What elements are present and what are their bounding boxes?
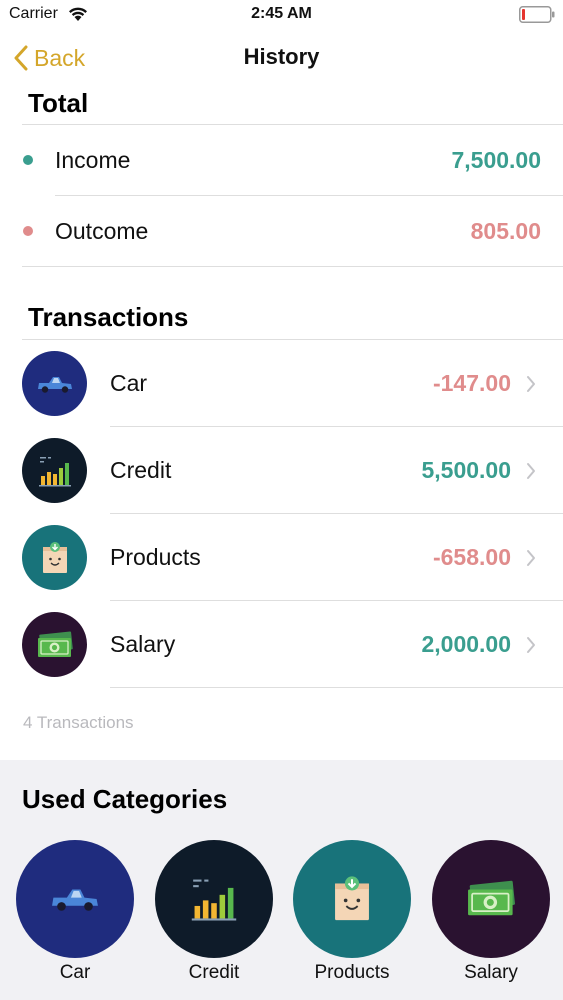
category-products[interactable]: Products xyxy=(293,840,411,1000)
transaction-amount: -658.00 xyxy=(432,544,511,570)
page-title: History xyxy=(243,44,320,69)
chevron-right-icon xyxy=(527,637,535,653)
shopping-bag-icon xyxy=(22,525,87,590)
transaction-label: Salary xyxy=(110,631,176,657)
outcome-amount: 805.00 xyxy=(470,217,541,244)
money-icon xyxy=(432,840,550,958)
outcome-dot xyxy=(23,226,33,236)
transaction-label: Products xyxy=(110,544,201,570)
car-icon xyxy=(16,840,134,958)
divider xyxy=(110,687,563,688)
transaction-count: 4 Transactions xyxy=(23,713,134,732)
category-credit[interactable]: Credit xyxy=(155,840,273,1000)
transaction-row-credit[interactable]: Credit 5,500.00 xyxy=(0,427,563,514)
used-categories-section: Used Categories Car Credit Products Sala… xyxy=(0,760,563,1000)
transaction-amount: -147.00 xyxy=(432,370,511,396)
transaction-row-car[interactable]: Car -147.00 xyxy=(0,340,563,427)
chevron-right-icon xyxy=(527,550,535,566)
transactions-section-title: Transactions xyxy=(28,302,189,332)
category-car[interactable]: Car xyxy=(16,840,134,1000)
bar-chart-icon xyxy=(155,840,273,958)
income-dot xyxy=(23,155,33,165)
transaction-amount: 5,500.00 xyxy=(421,457,511,483)
transaction-label: Credit xyxy=(110,457,172,483)
car-icon xyxy=(22,351,87,416)
outcome-row: Outcome 805.00 xyxy=(0,196,563,266)
divider xyxy=(22,266,563,267)
total-section-title: Total xyxy=(28,88,89,118)
transaction-label: Car xyxy=(110,370,148,396)
status-time: 2:45 AM xyxy=(251,5,312,22)
category-label: Car xyxy=(59,962,91,983)
chevron-right-icon xyxy=(527,376,535,392)
navigation-bar: Back History xyxy=(0,36,563,80)
income-amount: 7,500.00 xyxy=(451,146,541,173)
bar-chart-icon xyxy=(22,438,87,503)
category-label: Products xyxy=(314,962,390,983)
income-label: Income xyxy=(55,146,131,173)
battery-icon xyxy=(519,6,555,23)
transaction-amount: 2,000.00 xyxy=(421,631,511,657)
status-bar: Carrier 2:45 AM xyxy=(0,0,563,30)
category-salary[interactable]: Salary xyxy=(432,840,550,1000)
shopping-bag-icon xyxy=(293,840,411,958)
transaction-row-salary[interactable]: Salary 2,000.00 xyxy=(0,601,563,688)
chevron-right-icon xyxy=(527,463,535,479)
category-label: Salary xyxy=(464,962,518,983)
categories-section-title: Used Categories xyxy=(22,784,228,814)
outcome-label: Outcome xyxy=(55,217,149,244)
money-icon xyxy=(22,612,87,677)
transaction-row-products[interactable]: Products -658.00 xyxy=(0,514,563,601)
income-row: Income 7,500.00 xyxy=(0,125,563,195)
category-label: Credit xyxy=(188,962,240,983)
